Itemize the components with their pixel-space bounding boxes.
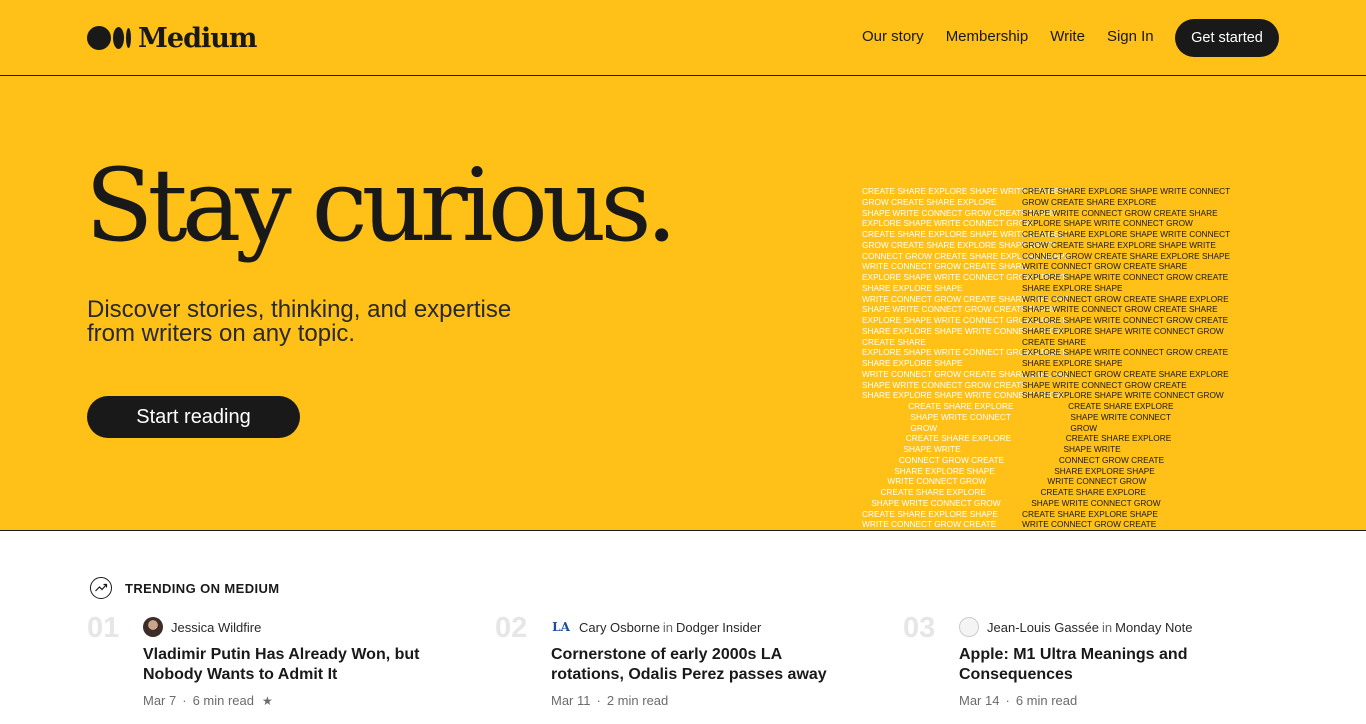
avatar[interactable]: LA — [551, 617, 571, 637]
avatar[interactable] — [959, 617, 979, 637]
word-art-line: SHARE EXPLORE SHAPE WRITE CONNECT GROW — [1022, 390, 1224, 401]
word-art-line: CONNECT GROW CREATE — [1022, 454, 1165, 465]
word-art-line: WRITE CONNECT GROW — [1022, 476, 1147, 487]
word-art-line: CREATE SHARE — [1022, 336, 1086, 347]
word-art-line: EXPLORE SHAPE WRITE CONNECT GROW — [1022, 218, 1193, 229]
nav-link-sign-in[interactable]: Sign In — [1107, 28, 1154, 45]
publication-name[interactable]: Monday Note — [1115, 620, 1192, 635]
word-art-line: SHAPE WRITE CONNECT GROW CREATE — [1022, 379, 1187, 390]
word-art-right: CREATE SHARE EXPLORE SHAPE WRITE CONNECT… — [1022, 186, 1230, 530]
author-name[interactable]: Jessica Wildfire — [171, 620, 261, 635]
post-date: Mar 14 — [959, 693, 1000, 708]
nav-link-write[interactable]: Write — [1050, 28, 1085, 45]
brand-name: Medium — [138, 22, 257, 54]
trending-icon — [90, 577, 112, 599]
word-art-line: EXPLORE SHAPE WRITE CONNECT GROW CREATE — [1022, 315, 1229, 325]
publication-name[interactable]: Dodger Insider — [676, 620, 761, 635]
word-art-line: SHAPE WRITE CONNECT GROW CREATE SHARE — [1022, 304, 1218, 315]
trending-label: TRENDING ON MEDIUM — [125, 580, 280, 596]
word-art-line: GROW — [1022, 422, 1098, 433]
nav-link-our-story[interactable]: Our story — [862, 28, 924, 45]
author-row: Jean-Louis Gassée in Monday Note — [959, 617, 1259, 637]
post-title[interactable]: Cornerstone of early 2000s LA rotations,… — [551, 645, 851, 685]
word-art-illustration: CREATE SHARE EXPLORE SHAPE WRITE CONNECT… — [862, 186, 1242, 530]
word-art-line: CREATE SHARE EXPLORE SHAPE WRITE CONNECT — [1022, 186, 1231, 196]
word-art-line: WRITE CONNECT GROW CREATE SHARE EXPLORE — [1022, 368, 1229, 379]
word-art-line: GROW CREATE SHARE EXPLORE — [1022, 196, 1157, 207]
medium-logo[interactable]: Medium — [87, 22, 257, 54]
post-number: 03 — [903, 612, 936, 644]
post-meta: Mar 7 · 6 min read ★ — [143, 693, 443, 708]
post-number: 01 — [87, 612, 120, 644]
word-art-line: SHARE EXPLORE SHAPE — [1022, 358, 1123, 368]
medium-logo-icon — [87, 26, 131, 50]
word-art-line: WRITE CONNECT GROW CREATE SHARE EXPLORE — [1022, 293, 1229, 304]
word-art-line: WRITE CONNECT GROW CREATE — [1022, 519, 1157, 530]
avatar[interactable] — [143, 617, 163, 637]
word-art-line: SHARE EXPLORE SHAPE — [1022, 465, 1155, 476]
post-meta: Mar 14 · 6 min read — [959, 693, 1259, 708]
meta-separator: · — [596, 693, 601, 708]
word-art-line: SHAPE WRITE CONNECT GROW CREATE SHARE — [1022, 207, 1218, 218]
word-art-line: EXPLORE SHAPE WRITE CONNECT GROW CREATE — [1022, 272, 1229, 282]
post-date: Mar 7 — [143, 693, 177, 708]
hero-subtitle: Discover stories, thinking, and expertis… — [87, 296, 512, 347]
start-reading-button[interactable]: Start reading — [87, 396, 300, 438]
author-row: Jessica Wildfire — [143, 617, 443, 637]
word-art-line: CREATE SHARE EXPLORE SHAPE WRITE CONNECT — [1022, 229, 1231, 239]
in-word: in — [662, 619, 674, 635]
word-art-line: CREATE SHARE EXPLORE — [1022, 401, 1174, 411]
author-name[interactable]: Jean-Louis Gassée — [987, 620, 1099, 635]
post-title[interactable]: Apple: M1 Ultra Meanings and Consequence… — [959, 645, 1259, 685]
star-icon: ★ — [262, 693, 273, 708]
word-art-line: SHAPE WRITE CONNECT GROW — [1022, 497, 1161, 508]
author-name[interactable]: Cary Osborne — [579, 620, 660, 635]
read-time: 6 min read — [1015, 693, 1078, 708]
word-art-line: GROW CREATE SHARE EXPLORE SHAPE WRITE — [1022, 239, 1216, 250]
word-art-line: SHARE EXPLORE SHAPE WRITE CONNECT GROW — [1022, 325, 1224, 336]
post-title[interactable]: Vladimir Putin Has Already Won, but Nobo… — [143, 645, 443, 685]
word-art-line: CONNECT GROW CREATE SHARE EXPLORE SHAPE — [1022, 250, 1231, 261]
author-row: LA Cary Osborne in Dodger Insider — [551, 617, 851, 637]
meta-separator: · — [182, 693, 187, 708]
post-date: Mar 11 — [551, 693, 591, 708]
hero-section: Medium Our story Membership Write Sign I… — [0, 0, 1366, 531]
read-time: 2 min read — [606, 693, 669, 708]
word-art-line: EXPLORE SHAPE WRITE CONNECT GROW CREATE — [1022, 347, 1229, 358]
post-number: 02 — [495, 612, 528, 644]
post-meta: Mar 11 · 2 min read — [551, 693, 851, 708]
in-word: in — [1102, 619, 1113, 635]
hero-title: Stay curious. — [85, 147, 678, 264]
word-art-line: SHAPE WRITE — [1022, 444, 1121, 454]
get-started-button[interactable]: Get started — [1175, 19, 1279, 57]
read-time: 6 min read — [192, 693, 254, 708]
word-art-line: WRITE CONNECT GROW CREATE SHARE — [1022, 261, 1188, 272]
word-art-line: CREATE SHARE EXPLORE — [1022, 487, 1146, 497]
word-art-line: CREATE SHARE EXPLORE SHAPE — [1022, 508, 1158, 519]
nav-links: Our story Membership Write Sign In — [862, 28, 1154, 45]
word-art-line: SHARE EXPLORE SHAPE — [1022, 282, 1123, 293]
trending-header: TRENDING ON MEDIUM — [87, 574, 280, 602]
nav-link-membership[interactable]: Membership — [946, 28, 1029, 45]
meta-separator: · — [1005, 693, 1010, 708]
top-nav: Medium Our story Membership Write Sign I… — [0, 0, 1366, 76]
word-art-line: CREATE SHARE EXPLORE — [1022, 433, 1172, 444]
word-art-line: SHAPE WRITE CONNECT — [1022, 411, 1171, 422]
